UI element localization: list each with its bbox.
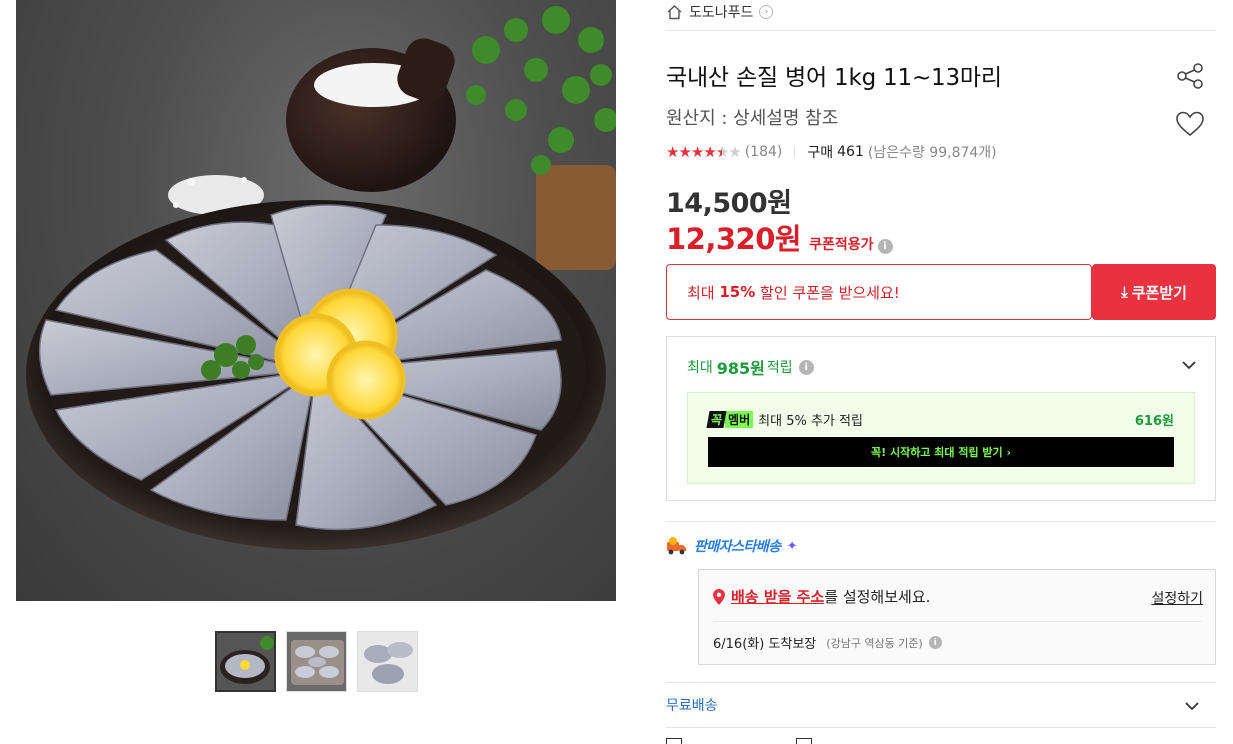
download-icon: ⤓ [1121,283,1128,301]
divider [794,146,796,158]
thumbnail-2-image [287,632,346,691]
share-button[interactable] [1174,60,1206,92]
thumbnail-2[interactable] [286,631,347,692]
coupon-text-suffix: 할인 쿠폰을 받으세요! [755,283,900,302]
thumbnail-1-image [217,633,274,690]
star-icon: ★ [703,143,716,161]
heart-icon [1176,111,1204,137]
points-amount: 985원 [716,359,765,378]
wishlist-button[interactable] [1174,108,1206,140]
star-icon: ★ [678,143,691,161]
points-toggle[interactable] [1179,355,1199,375]
sale-price: 12,320원 [666,222,802,256]
location-pin-icon [713,588,725,605]
option-checkboxes [666,738,812,744]
coupon-text-prefix: 최대 [687,283,720,302]
half-star-icon: ★ ★ [715,143,729,161]
points-suffix: 적립 [766,360,793,376]
set-address-link[interactable]: 설정하기 [1151,588,1203,608]
remaining-stock: (남은수량 99,874개) [867,145,997,161]
member-benefit-row: 꼭 멤버 최대 5% 추가 적립 616원 [706,410,1174,429]
product-page: 도도나푸드 › 국내산 손질 병어 1kg 11~13마리 원산지 : 상세설명… [0,0,1233,744]
member-logo: 꼭 멤버 [706,410,754,428]
thumbnail-3-image [358,632,417,691]
points-prefix: 최대 [687,360,713,376]
get-coupon-button[interactable]: ⤓ 쿠폰받기 [1092,264,1216,320]
info-icon[interactable]: i [877,239,893,254]
option-checkbox[interactable] [666,738,682,744]
star-delivery-label: 판매자스타배송 [694,539,781,555]
star-icon: ★ [690,143,704,161]
original-price: 14,500원 [666,188,792,219]
chevron-down-icon [1185,702,1199,711]
store-name: 도도나푸드 [689,5,754,21]
member-logo-b: 멤버 [725,410,754,428]
address-prompt-rest: 를 설정해보세요. [824,588,931,606]
delivery-address-box: 배송 받을 주소 를 설정해보세요. 설정하기 6/16(화) 도착보장 (강남… [698,569,1216,665]
review-count[interactable]: (184) [745,144,783,160]
arrival-date: 6/16(화) 도착보장 [713,637,817,652]
product-origin: 원산지 : 상세설명 참조 [666,108,839,129]
coupon-banner[interactable]: 최대 15% 할인 쿠폰을 받으세요! [666,264,1092,320]
points-summary: 최대 985원 적립 i [687,355,814,379]
fish-plate-photo [26,6,616,550]
address-link[interactable]: 배송 받을 주소 [731,586,824,607]
member-logo-a: 꼭 [706,410,727,428]
member-join-button[interactable]: 꼭! 시작하고 최대 적립 받기 › [708,437,1174,467]
divider [666,30,1216,31]
product-title: 국내산 손질 병어 1kg 11~13마리 [666,65,1002,91]
star-delivery-badge: 판매자스타배송 ✦ [666,534,798,558]
arrival-basis: (강남구 역삼동 기준) [826,636,923,650]
free-shipping-label[interactable]: 무료배송 [666,695,718,715]
rating-row: ★ ★ ★ ★ ★ ★ ★ (184) 구매 461 (남은수량 99,874개… [666,142,997,162]
share-icon [1177,63,1203,89]
points-panel: 최대 985원 적립 i 꼭 멤버 최대 5% 추가 적립 616원 꼭! 시작… [666,336,1216,501]
star-empty-icon: ★ [728,143,741,161]
star-icon: ★ [666,143,679,161]
store-link[interactable]: 도도나푸드 › [666,2,774,22]
info-icon[interactable]: i [798,359,814,375]
arrival-guarantee: 6/16(화) 도착보장 (강남구 역삼동 기준) i [713,633,942,652]
divider [666,727,1216,728]
option-checkbox[interactable] [796,738,812,744]
thumbnail-3[interactable] [357,631,418,692]
member-benefit-amount: 616원 [1134,413,1174,429]
thumbnail-strip [215,631,418,692]
sparkle-icon: ✦ [786,538,798,554]
home-icon [667,5,682,20]
sale-price-row: 12,320원 쿠폰적용가 i [666,216,893,258]
address-prompt: 배송 받을 주소 를 설정해보세요. [713,586,930,607]
purchase-count: 461 [837,144,864,160]
divider [713,621,1201,622]
product-main-image[interactable] [16,0,616,601]
rating-stars[interactable]: ★ ★ ★ ★ ★ ★ ★ [666,143,742,161]
divider [666,521,1216,522]
truck-icon [667,537,686,555]
coupon-price-label: 쿠폰적용가 [809,237,874,253]
purchase-label: 구매 [807,145,834,161]
chevron-down-icon [1182,361,1196,370]
divider [666,682,1216,683]
member-benefit-text: 최대 5% 추가 적립 [758,413,863,429]
coupon-percent: 15% [719,283,756,301]
info-icon[interactable]: i [928,636,942,649]
thumbnail-1[interactable] [215,631,276,692]
product-info-panel: 도도나푸드 › 국내산 손질 병어 1kg 11~13마리 원산지 : 상세설명… [666,0,1216,744]
shipping-toggle[interactable] [1182,696,1202,716]
member-benefit-box: 꼭 멤버 최대 5% 추가 적립 616원 꼭! 시작하고 최대 적립 받기 › [687,392,1195,484]
get-coupon-label: 쿠폰받기 [1131,283,1187,302]
chevron-right-icon: › [759,5,774,19]
